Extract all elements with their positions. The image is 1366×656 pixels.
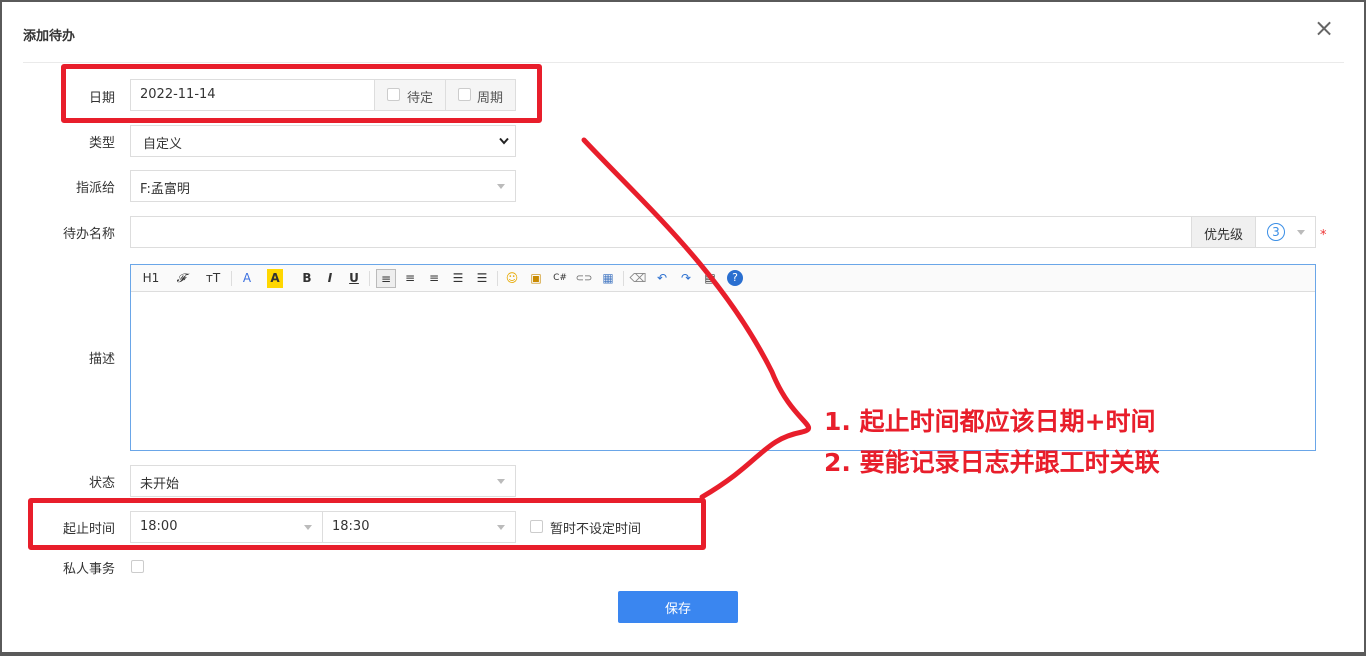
- annotation-line-1: 1. 起止时间都应该日期+时间: [824, 407, 1156, 436]
- annotation-line-2: 2. 要能记录日志并跟工时关联: [824, 448, 1160, 477]
- add-todo-dialog: 添加待办 × 日期 2022-11-14 待定 周期 类型 自定义 指派给 F:…: [2, 2, 1364, 652]
- annotation-arrow-curve: [581, 137, 811, 500]
